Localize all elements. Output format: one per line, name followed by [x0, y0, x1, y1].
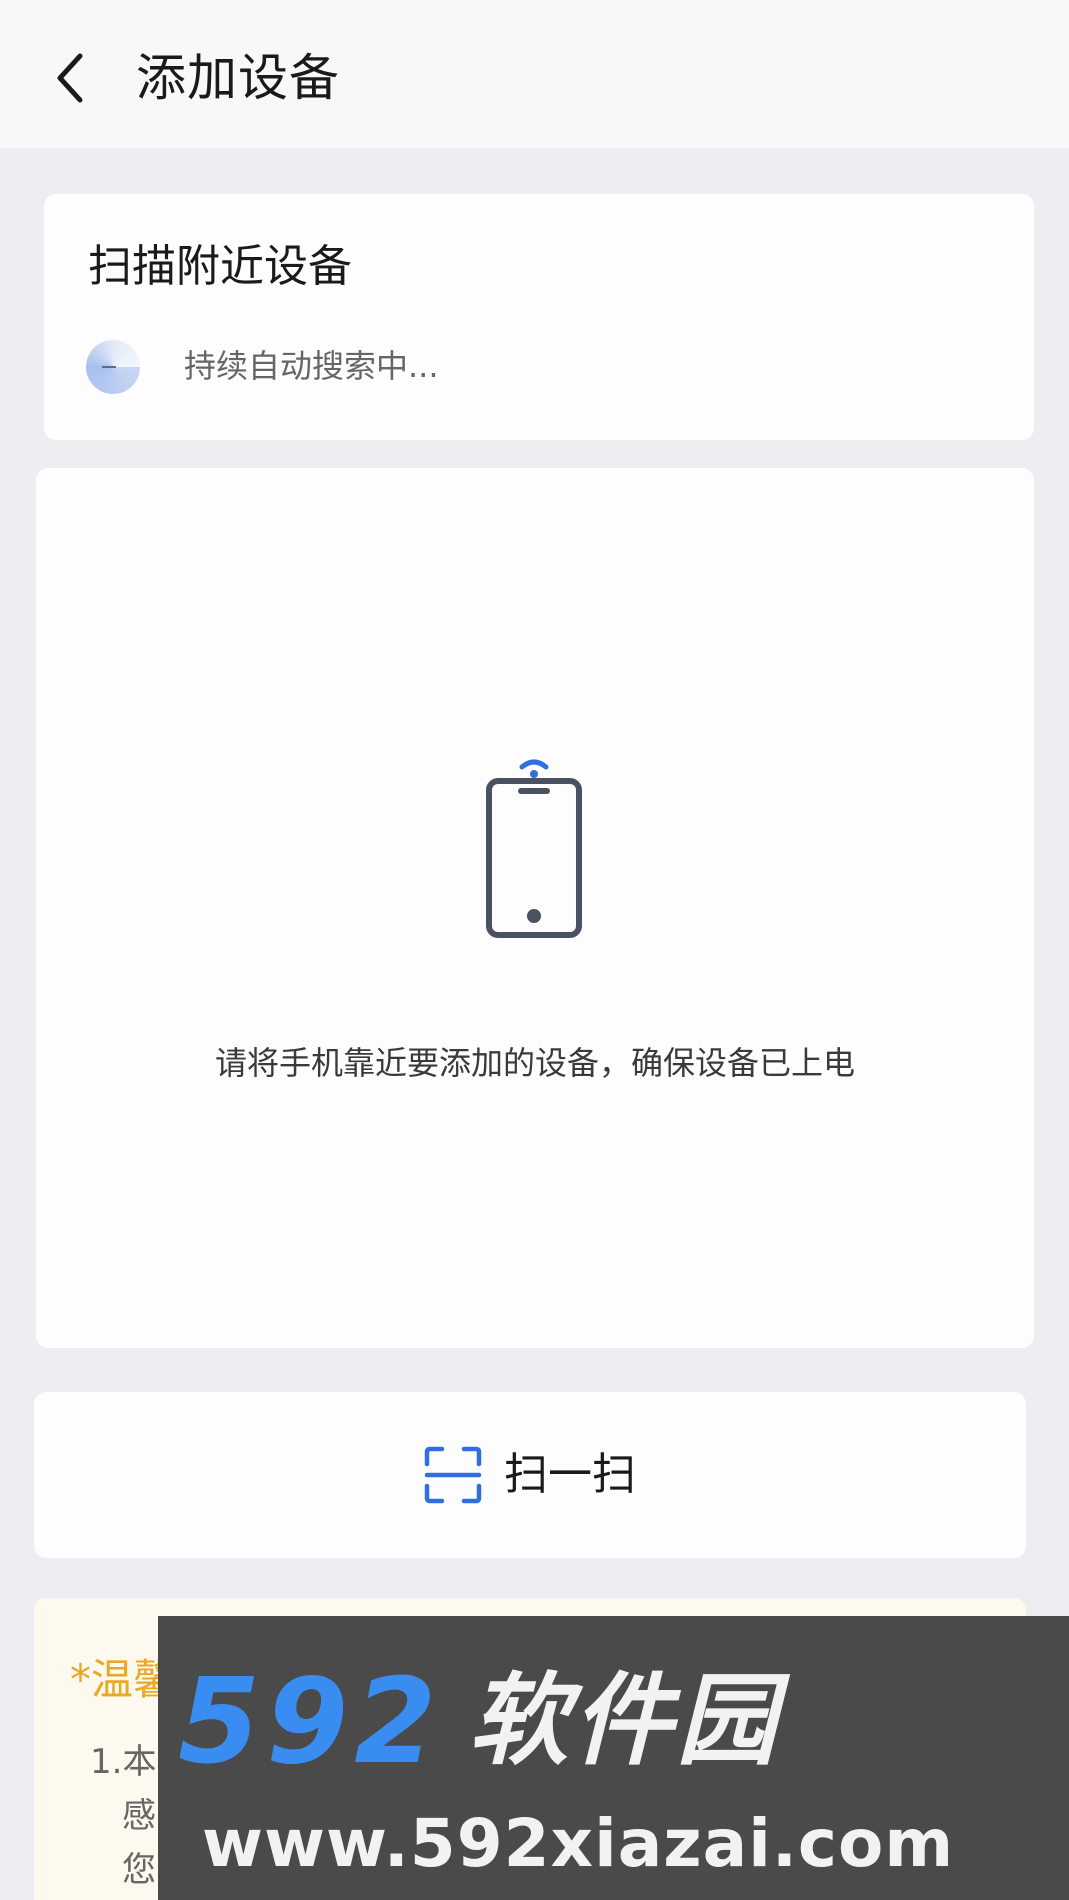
- loading-spinner-icon: [86, 340, 140, 394]
- tips-item: 您: [122, 1850, 156, 1890]
- watermark-url: www.592xiazai.com: [202, 1805, 955, 1882]
- watermark-overlay: 592 软件园 www.592xiazai.com: [158, 1616, 1069, 1900]
- scan-nearby-card: 扫描附近设备 持续自动搜索中...: [44, 194, 1034, 440]
- watermark-brand-name: 软件园: [468, 1662, 781, 1779]
- page-title: 添加设备: [136, 49, 340, 107]
- watermark-brand-number: 592: [178, 1652, 443, 1790]
- watermark-logo: 592 软件园: [178, 1652, 781, 1790]
- header-bar: 添加设备: [0, 0, 1069, 148]
- scan-frame-icon: [424, 1446, 482, 1504]
- tips-item: 1.本: [90, 1742, 157, 1782]
- device-proximity-card: 请将手机靠近要添加的设备，确保设备已上电: [36, 468, 1034, 1348]
- search-status-text: 持续自动搜索中...: [184, 347, 439, 385]
- phone-wireless-icon: [486, 759, 582, 938]
- proximity-hint-text: 请将手机靠近要添加的设备，确保设备已上电: [214, 1044, 855, 1082]
- scan-qr-button[interactable]: 扫一扫: [34, 1392, 1026, 1558]
- chevron-left-icon: [57, 53, 83, 103]
- tips-item: 感: [122, 1796, 156, 1836]
- back-button[interactable]: [40, 42, 100, 114]
- scan-nearby-title: 扫描附近设备: [88, 241, 352, 292]
- scan-qr-label: 扫一扫: [504, 1449, 636, 1500]
